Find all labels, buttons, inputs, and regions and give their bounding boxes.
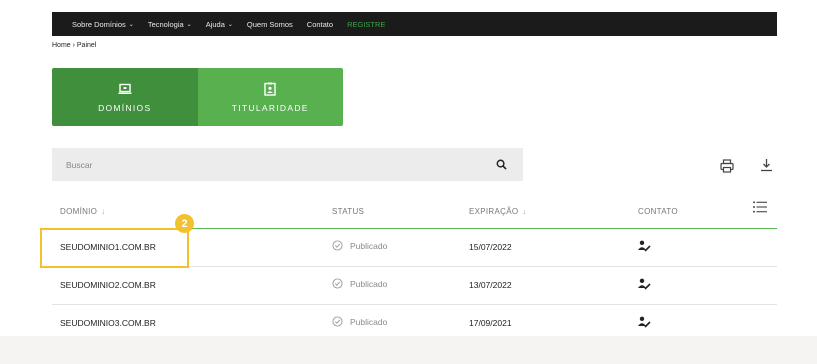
user-edit-icon [638, 316, 651, 328]
column-header-domain[interactable]: DOMÍNIO ↓ [60, 207, 106, 216]
domain-link[interactable]: SEUDOMINIO2.COM.BR [60, 280, 156, 290]
column-header-status[interactable]: STATUS [332, 207, 364, 216]
user-edit-icon [638, 278, 651, 290]
expiration-date: 15/07/2022 [469, 242, 512, 252]
nav-item-quem-somos[interactable]: Quem Somos [247, 20, 293, 29]
status-cell: Publicado [332, 316, 387, 327]
status-cell: Publicado [332, 278, 387, 289]
check-circle-icon [332, 316, 343, 327]
tab-label: DOMÍNIOS [98, 102, 152, 113]
page-footer-area [0, 336, 817, 364]
id-badge-icon [264, 82, 276, 96]
edit-contact-button[interactable] [638, 316, 651, 330]
sort-arrow-icon: ↓ [522, 207, 527, 216]
nav-item-sobre-dominios[interactable]: Sobre Domínios ⌄ [72, 20, 134, 29]
laptop-icon [118, 83, 132, 94]
download-icon[interactable] [760, 158, 773, 172]
print-icon[interactable] [720, 159, 734, 173]
check-circle-icon [332, 240, 343, 251]
nav-item-registre[interactable]: REGISTRE [347, 20, 385, 29]
tab-titularidade[interactable]: TITULARIDADE [197, 68, 343, 126]
table-header: DOMÍNIO ↓ STATUS EXPIRAÇÃO ↓ CONTATO [52, 197, 777, 229]
expiration-date: 13/07/2022 [469, 280, 512, 290]
chevron-down-icon: ⌄ [227, 21, 233, 28]
nav-item-ajuda[interactable]: Ajuda ⌄ [206, 20, 233, 29]
status-cell: Publicado [332, 240, 387, 251]
nav-item-tecnologia[interactable]: Tecnologia ⌄ [148, 20, 192, 29]
search-input[interactable] [66, 159, 446, 170]
column-header-contact: CONTATO [638, 207, 678, 216]
search-icon[interactable] [496, 159, 507, 170]
tutorial-step-badge: 2 [175, 214, 194, 233]
user-edit-icon [638, 240, 651, 252]
top-navigation: Sobre Domínios ⌄ Tecnologia ⌄ Ajuda ⌄ Quem … [52, 12, 777, 36]
chevron-down-icon: ⌄ [128, 21, 134, 28]
tutorial-highlight-box [40, 228, 189, 268]
sort-arrow-icon: ↓ [101, 207, 106, 216]
domain-link[interactable]: SEUDOMINIO3.COM.BR [60, 318, 156, 328]
check-circle-icon [332, 278, 343, 289]
breadcrumb: Home › Painel [52, 42, 97, 49]
chevron-down-icon: ⌄ [186, 21, 192, 28]
tab-label: TITULARIDADE [231, 102, 309, 113]
edit-contact-button[interactable] [638, 278, 651, 292]
column-header-expiration[interactable]: EXPIRAÇÃO ↓ [469, 207, 527, 216]
table-row: SEUDOMINIO2.COM.BR Publicado 13/07/2022 [52, 267, 777, 305]
edit-contact-button[interactable] [638, 240, 651, 254]
search-bar [52, 148, 523, 181]
list-columns-icon[interactable] [753, 201, 767, 213]
nav-item-contato[interactable]: Contato [307, 20, 333, 29]
tab-dominios[interactable]: DOMÍNIOS [52, 68, 198, 126]
expiration-date: 17/09/2021 [469, 318, 512, 328]
tab-group: DOMÍNIOS TITULARIDADE [52, 68, 343, 126]
